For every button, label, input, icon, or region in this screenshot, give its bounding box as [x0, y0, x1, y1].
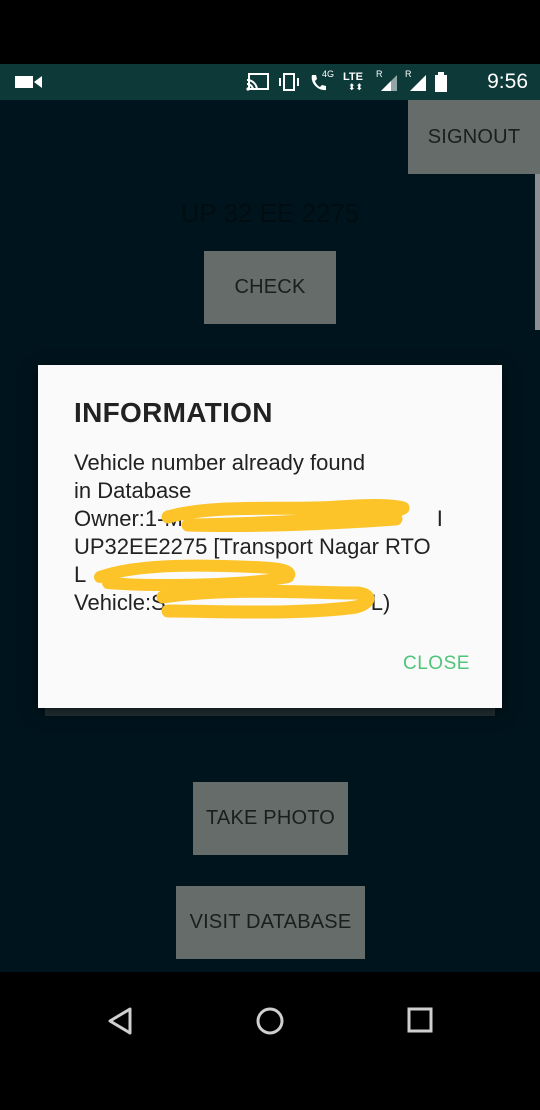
dialog-line: UP32EE2275 [Transport Nagar RTO: [74, 534, 431, 559]
visit-database-button[interactable]: VISIT DATABASE: [176, 886, 365, 959]
dialog-line-vehicle: Vehicle:S L): [74, 590, 391, 615]
signout-button[interactable]: SIGNOUT: [408, 100, 540, 174]
battery-icon: [435, 72, 447, 92]
cast-icon: [246, 73, 269, 91]
status-time: 9:56: [487, 70, 528, 93]
signal-icon: R: [376, 69, 398, 93]
close-button[interactable]: CLOSE: [403, 653, 470, 675]
status-bar: 4G LTE ⬍⬍ R R 9:56: [0, 64, 540, 100]
vehicle-number-field[interactable]: UP 32 EE 2275: [150, 195, 390, 231]
recents-square-icon[interactable]: [406, 1006, 434, 1034]
dialog-line-owner: Owner:1-M I: [74, 506, 443, 531]
home-circle-icon[interactable]: [255, 1006, 285, 1036]
video-camera-icon: [15, 76, 42, 88]
lte-icon: LTE ⬍⬍: [343, 71, 364, 92]
dialog-line: Vehicle number already found: [74, 450, 366, 475]
top-black-bar: [0, 0, 540, 64]
information-dialog: INFORMATION Vehicle number already found…: [38, 365, 502, 708]
call-4g-icon: 4G: [308, 69, 336, 93]
signal-icon: R: [405, 69, 427, 93]
navigation-bar: [0, 972, 540, 1110]
take-photo-button[interactable]: TAKE PHOTO: [193, 782, 348, 855]
check-button[interactable]: CHECK: [204, 251, 336, 324]
back-triangle-icon[interactable]: [106, 1006, 136, 1036]
dialog-title: INFORMATION: [74, 397, 273, 428]
dialog-message: Vehicle number already found in Database…: [74, 449, 474, 617]
dialog-line: L: [74, 562, 87, 587]
vibrate-icon: [279, 73, 299, 91]
dialog-line: in Database: [74, 478, 192, 503]
